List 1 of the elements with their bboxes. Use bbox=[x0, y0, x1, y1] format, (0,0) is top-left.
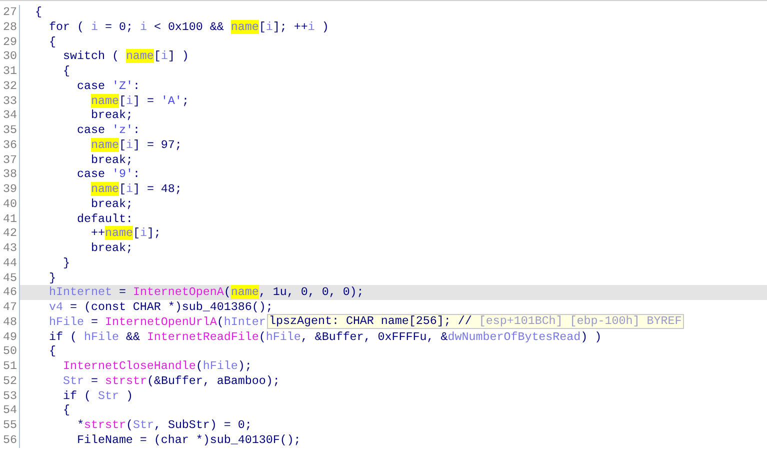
tooltip: lpszAgent: CHAR name[256]; // [esp+101BCh] [ebp-100h] BYREF bbox=[267, 314, 684, 329]
